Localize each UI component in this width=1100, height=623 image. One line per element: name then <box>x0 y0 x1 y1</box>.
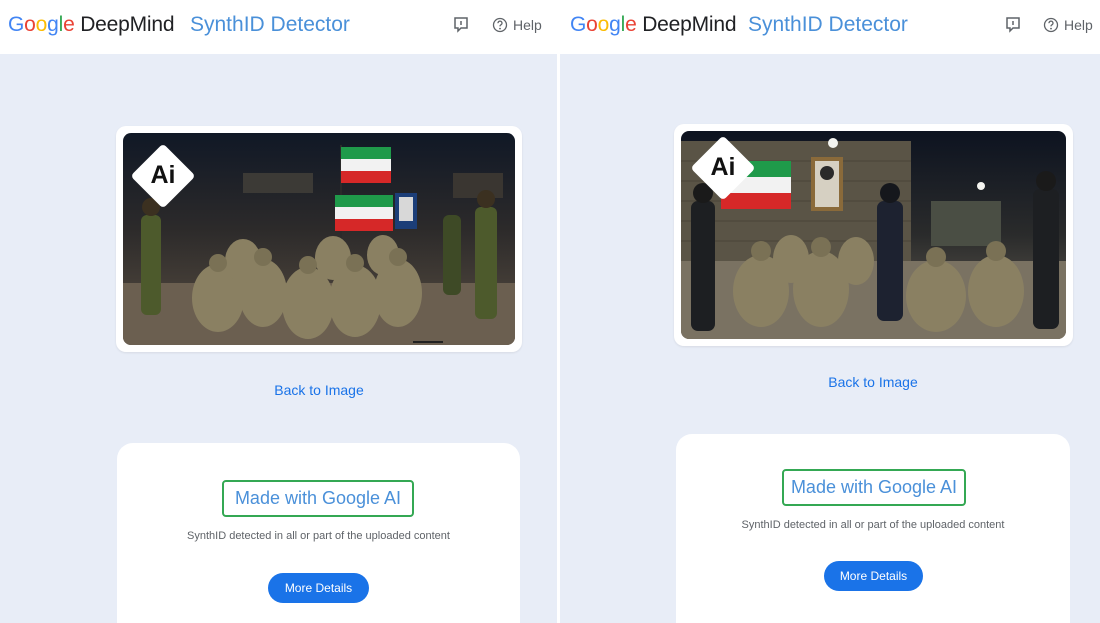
back-to-image-link[interactable]: Back to Image <box>810 374 936 390</box>
google-deepmind-logo[interactable]: Google DeepMind <box>8 13 175 37</box>
help-label: Help <box>1064 17 1093 33</box>
question-circle-icon <box>492 17 508 33</box>
help-button[interactable]: Help <box>492 17 542 33</box>
more-details-button[interactable]: More Details <box>268 573 369 603</box>
top-bar: Google DeepMind SynthID Detector Help <box>0 0 557 54</box>
synthid-detection-text: SynthID detected in all or part of the u… <box>187 530 450 542</box>
help-button[interactable]: Help <box>1043 17 1093 33</box>
result-card: Made with Google AI SynthID detected in … <box>117 443 520 623</box>
result-card: Made with Google AI SynthID detected in … <box>676 434 1070 623</box>
made-with-google-ai-label: Made with Google AI <box>782 469 966 506</box>
product-title: SynthID Detector <box>190 13 350 36</box>
product-title: SynthID Detector <box>748 13 908 36</box>
feedback-flag-icon[interactable] <box>1004 16 1022 34</box>
more-details-button[interactable]: More Details <box>824 561 923 591</box>
ai-badge-label: Ai <box>710 153 736 181</box>
synthid-detection-text: SynthID detected in all or part of the u… <box>741 519 1005 531</box>
detector-panel-left: Google DeepMind SynthID Detector Help Ai… <box>0 0 557 623</box>
feedback-flag-icon[interactable] <box>452 16 470 34</box>
back-to-image-link[interactable]: Back to Image <box>256 382 382 398</box>
content-area: Ai Back to Image Made with Google AI Syn… <box>0 54 557 623</box>
question-circle-icon <box>1043 17 1059 33</box>
help-label: Help <box>513 17 542 33</box>
deepmind-wordmark: DeepMind <box>642 13 737 36</box>
google-wordmark: Google <box>570 13 637 36</box>
content-area: Ai Back to Image Made with Google AI Syn… <box>560 54 1100 623</box>
google-wordmark: Google <box>8 13 75 36</box>
image-preview-frame: Ai <box>116 126 522 352</box>
image-preview-frame: Ai <box>674 124 1073 346</box>
deepmind-wordmark: DeepMind <box>80 13 175 36</box>
google-deepmind-logo[interactable]: Google DeepMind <box>570 13 737 37</box>
made-with-google-ai-label: Made with Google AI <box>222 480 414 517</box>
ai-badge-label: Ai <box>150 161 176 189</box>
detector-panel-right: Google DeepMind SynthID Detector Help Ai… <box>560 0 1100 623</box>
top-bar: Google DeepMind SynthID Detector Help <box>560 0 1100 54</box>
